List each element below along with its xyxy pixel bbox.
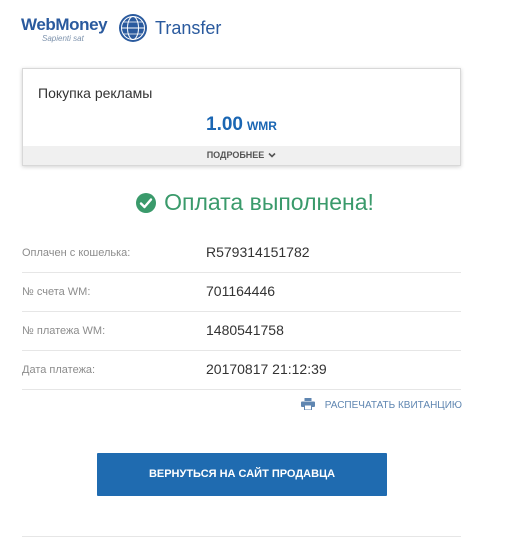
brand-name: WebMoney	[21, 15, 108, 34]
detail-value: 1480541758	[206, 322, 284, 338]
detail-value: 20170817 21:12:39	[206, 361, 327, 377]
header: WebMoney Sapienti sat Transfer	[20, 12, 260, 46]
service-name: Transfer	[155, 18, 222, 38]
detail-row-invoice: № счета WM: 701164446	[22, 273, 461, 312]
detail-label: № платежа WM:	[22, 325, 106, 337]
detail-label: Дата платежа:	[22, 364, 96, 376]
details-toggle-button[interactable]: ПОДРОБНЕЕ	[23, 146, 460, 165]
detail-row-payment-id: № платежа WM: 1480541758	[22, 312, 461, 351]
brand-tagline: Sapienti sat	[42, 34, 84, 43]
order-card: Покупка рекламы 1.00 WMR ПОДРОБНЕЕ	[22, 68, 461, 166]
webmoney-globe-icon	[119, 14, 147, 42]
details-toggle-label: ПОДРОБНЕЕ	[206, 150, 265, 160]
order-amount: 1.00 WMR	[23, 114, 460, 137]
detail-value: R579314151782	[206, 244, 310, 260]
amount-currency: WMR	[246, 119, 277, 133]
chevron-down-icon	[268, 152, 276, 158]
detail-row-wallet: Оплачен с кошелька: R579314151782	[22, 234, 461, 273]
print-receipt-link[interactable]: РАСПЕЧАТАТЬ КВИТАНЦИЮ	[300, 398, 462, 413]
printer-icon	[300, 398, 315, 410]
detail-label: Оплачен с кошелька:	[22, 247, 131, 259]
status-text: Оплата выполнена!	[164, 189, 374, 215]
return-to-seller-button[interactable]: ВЕРНУТЬСЯ НА САЙТ ПРОДАВЦА	[97, 453, 387, 496]
payment-status: Оплата выполнена!	[0, 188, 510, 220]
print-receipt-label: РАСПЕЧАТАТЬ КВИТАНЦИЮ	[324, 400, 462, 411]
divider	[22, 536, 461, 537]
detail-label: № счета WM:	[22, 286, 91, 298]
check-circle-icon	[136, 193, 157, 213]
detail-value: 701164446	[206, 283, 276, 299]
amount-value: 1.00	[206, 114, 243, 135]
detail-row-date: Дата платежа: 20170817 21:12:39	[22, 351, 461, 390]
order-title: Покупка рекламы	[38, 85, 153, 101]
payment-details: Оплачен с кошелька: R579314151782 № счет…	[22, 234, 461, 390]
